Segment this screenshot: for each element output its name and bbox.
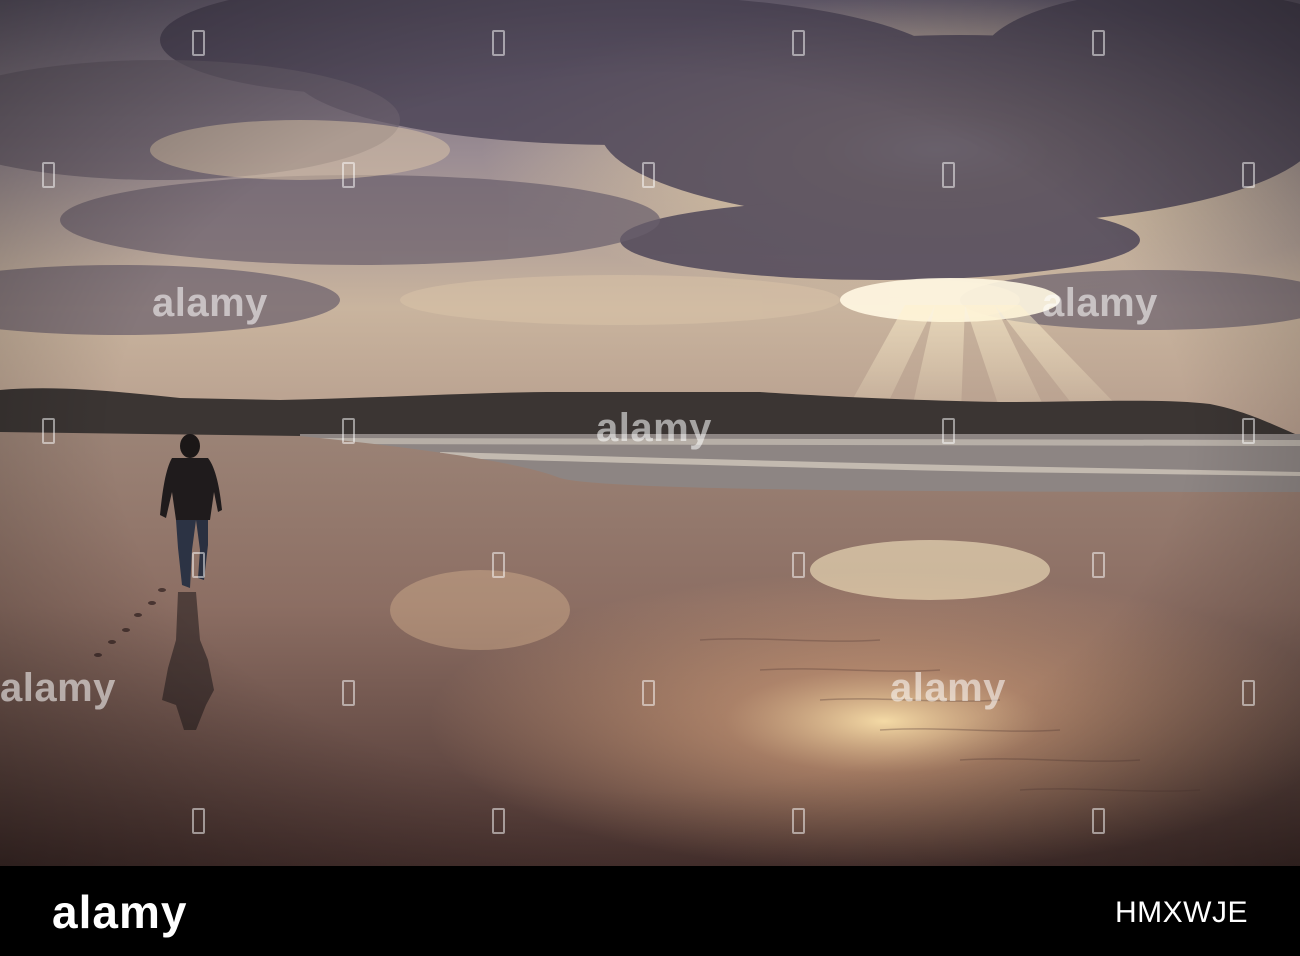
footer-bar [0,866,1300,956]
watermark-text: alamy [890,666,1006,710]
watermark-icon [342,162,355,188]
watermark-icon [792,552,805,578]
watermark-icon [642,162,655,188]
watermark-text: alamy [152,281,268,325]
watermark-icon [192,552,205,578]
watermark-icon [192,30,205,56]
watermark-text: alamy [596,406,712,450]
watermark-icon [42,162,55,188]
watermark-icon [492,552,505,578]
watermark-icon [342,418,355,444]
watermark-text: alamy [0,666,116,710]
watermark-text: alamy [1042,281,1158,325]
watermark-icon [642,680,655,706]
watermark-icon [942,418,955,444]
alamy-logo: alamy [52,886,188,938]
watermark-icon [1092,30,1105,56]
watermark-icon [942,162,955,188]
watermark-icon [1092,808,1105,834]
watermark-icon [792,30,805,56]
watermark-icon [492,30,505,56]
watermark-icon [1092,552,1105,578]
watermark-icon [1242,162,1255,188]
image-id: HMXWJE [1115,896,1248,929]
watermark-icon [1242,418,1255,444]
watermark-icon [1242,680,1255,706]
watermark-icon [342,680,355,706]
watermark-icon [192,808,205,834]
watermark-icon [492,808,505,834]
watermark-icon [42,418,55,444]
stock-photo-frame: alamy alamy alamy alamy alamy alamy HMXW… [0,0,1300,956]
beach-photo: alamy alamy alamy alamy alamy [0,0,1300,866]
watermark-icon [792,808,805,834]
